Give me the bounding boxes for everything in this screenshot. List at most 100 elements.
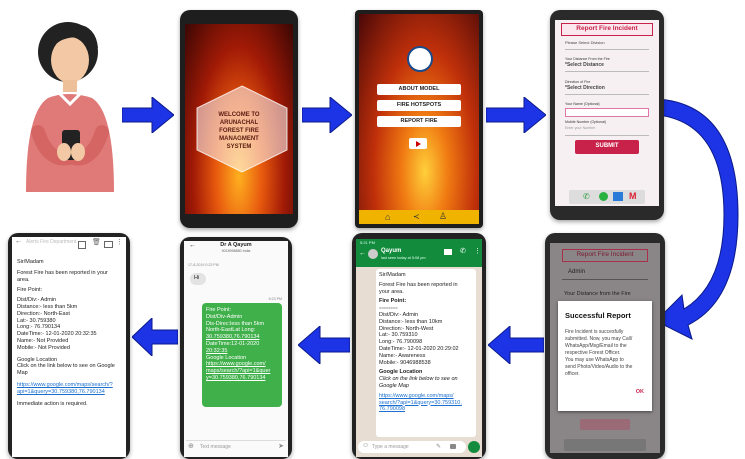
google-location-label: Google Location [17, 356, 58, 363]
sms-input[interactable]: Text message [200, 444, 231, 450]
dialog-line: respective Forest Officer. [565, 350, 621, 356]
name-input[interactable] [565, 108, 649, 117]
back-arrow-icon[interactable]: ← [359, 250, 366, 257]
success-screen: Report Fire Incident Admin Your Distance… [550, 243, 660, 453]
intro-line: Forest Fire has been reported in [379, 281, 458, 288]
division-select[interactable]: Please Select Division [565, 40, 649, 50]
email-icon[interactable]: M [629, 191, 637, 201]
about-model-button[interactable]: ABOUT MODEL [377, 84, 461, 95]
separator: ======== [379, 305, 398, 311]
mobile-input[interactable]: Enter your Number [565, 126, 649, 136]
report-fire-button[interactable]: REPORT FIRE [377, 116, 461, 127]
success-title-bar: Report Fire Incident [562, 249, 648, 262]
sms-line: Fire Point: [206, 307, 232, 313]
detail-line: Dist/Div:- Admin [17, 297, 57, 304]
mail-icon[interactable] [104, 241, 113, 248]
profile-icon[interactable]: ♙ [439, 211, 447, 222]
sms-line: North-EastLat Long: [206, 327, 256, 334]
dialog-ok-button[interactable]: OK [636, 389, 644, 395]
detail-line: Mobile:- Not Provided [17, 344, 70, 351]
phone-success: Report Fire Incident Admin Your Distance… [545, 233, 665, 459]
sms-link[interactable]: y=30.759380,76.790134 [206, 375, 278, 382]
video-play-icon[interactable] [409, 138, 427, 149]
form-title: Report Fire Incident [576, 25, 638, 32]
fire-point-label: Fire Point: [17, 287, 43, 294]
success-distance-label: Your Distance from the Fire [564, 291, 631, 297]
phone-email: ← Alerts Fire Department 🗑 ⋮ Sir/Madam F… [8, 233, 130, 459]
map-link[interactable]: https://www.google.com/maps/search/? [17, 382, 124, 389]
dialog-line: officer. [565, 371, 580, 377]
detail-line: DateTime:- 12-01-2020 20:29:02 [379, 345, 459, 352]
video-call-icon[interactable] [444, 249, 452, 255]
right-arrow-icon [122, 97, 174, 133]
sms-line: 30.759380,76.790134 [206, 334, 260, 341]
submit-button[interactable]: SUBMIT [575, 140, 639, 154]
detail-line: Lat:- 30.759310 [379, 332, 418, 339]
distance-label: Your Distance From the Fire [565, 57, 610, 61]
call-icon[interactable]: ✆ [583, 192, 590, 201]
phone-splash: WELCOME TO ARUNACHAL FOREST FIRE MANAGME… [180, 10, 298, 228]
dialog-line: WhatsApp/Msg/Email to the [565, 343, 627, 349]
dialog-line: submitted. Now, you may Call/ [565, 336, 633, 342]
splash-line: MANAGMENT [219, 136, 259, 142]
map-link[interactable]: api=1&query=30.759380,76.790134 [17, 389, 124, 396]
detail-line: Dist/Div:- Admin [379, 311, 419, 318]
contact-toolbar: ✆ M [569, 190, 645, 204]
intro-line: area. [17, 276, 30, 283]
detail-line: DateTime:- 12-01-2020 20:32:35 [17, 331, 97, 338]
whatsapp-screen: 5:21 PM ← Qayum last seen today at 5:08 … [356, 239, 482, 457]
mic-button-icon[interactable] [468, 441, 480, 453]
left-arrow-icon [132, 318, 178, 356]
phone-report-form: Report Fire Incident Please Select Divis… [550, 10, 664, 220]
sms-icon[interactable] [613, 192, 623, 201]
map-link[interactable]: 76.790098 [379, 406, 473, 413]
detail-line: Name:- Not Provided [17, 337, 69, 344]
left-arrow-icon [488, 326, 544, 364]
sms-link[interactable]: maps/search/?api=1&quer [206, 368, 278, 375]
phone-menu: ABOUT MODEL FIRE HOTSPOTS REPORT FIRE ⌂ … [355, 10, 483, 228]
whatsapp-header: 5:21 PM ← Qayum last seen today at 5:08 … [356, 239, 482, 267]
google-hint: Google Map [379, 382, 409, 389]
splash-line: ARUNACHAL [219, 120, 259, 126]
success-form-title: Report Fire Incident [576, 251, 634, 258]
dialog-line: You may use WhatsApp to [565, 357, 624, 363]
phone-whatsapp: 5:21 PM ← Qayum last seen today at 5:08 … [352, 233, 486, 459]
back-arrow-icon[interactable]: ← [15, 238, 22, 245]
send-icon[interactable]: ➤ [278, 442, 284, 450]
direction-select[interactable]: *Select Direction [565, 85, 649, 95]
emoji-icon[interactable]: ☺ [362, 442, 369, 449]
sms-screen: ← Dr A Qayum 9018998880 India 17-8-2019 … [184, 241, 288, 457]
sms-line: Dist/Div-Admin [206, 313, 243, 320]
add-attachment-icon[interactable]: ⊕ [188, 442, 194, 450]
report-form-screen: Report Fire Incident Please Select Divis… [555, 20, 659, 206]
message-input[interactable]: Type a message [372, 444, 409, 450]
last-seen: last seen today at 5:08 pm [381, 256, 426, 260]
distance-select[interactable]: *Select Distance [565, 62, 649, 72]
more-options-icon[interactable]: ⋮ [116, 238, 123, 246]
fire-hotspots-button[interactable]: FIRE HOTSPOTS [377, 100, 461, 111]
more-options-icon[interactable]: ⋮ [474, 247, 481, 255]
map-link[interactable]: search/?api=1&query=30.759310, [379, 400, 473, 407]
direction-value: Select Direction [566, 85, 605, 91]
whatsapp-icon[interactable] [599, 192, 608, 201]
archive-icon[interactable] [78, 241, 86, 249]
google-location-label: Google Location [379, 369, 423, 376]
detail-line: Direction:- North-West [379, 325, 434, 332]
splash-screen: WELCOME TO ARUNACHAL FOREST FIRE MANAGME… [185, 24, 293, 214]
sms-date: 17-8-2019 0:23 PM [188, 263, 219, 267]
splash-line: FOREST FIRE [219, 128, 259, 134]
share-icon[interactable]: ≺ [413, 212, 420, 221]
detail-line: Name:- Awareness [379, 352, 426, 359]
home-icon[interactable]: ⌂ [385, 212, 390, 222]
phone-call-icon[interactable]: ✆ [460, 247, 466, 255]
detail-line: Distance:- less than 10km [379, 318, 443, 325]
map-link[interactable]: https://www.google.com/maps/ [379, 393, 473, 400]
splash-line: WELCOME TO [218, 112, 260, 118]
email-sender: Alerts Fire Department [26, 239, 77, 245]
dimmed-submit-button [580, 419, 630, 430]
attach-icon[interactable]: ✎ [436, 443, 441, 450]
delete-icon[interactable]: 🗑 [92, 238, 101, 246]
sms-link[interactable]: https://www.google.com/ [206, 361, 278, 368]
google-hint: Click on the link below to see on Google [17, 363, 115, 370]
camera-icon[interactable] [450, 444, 456, 449]
